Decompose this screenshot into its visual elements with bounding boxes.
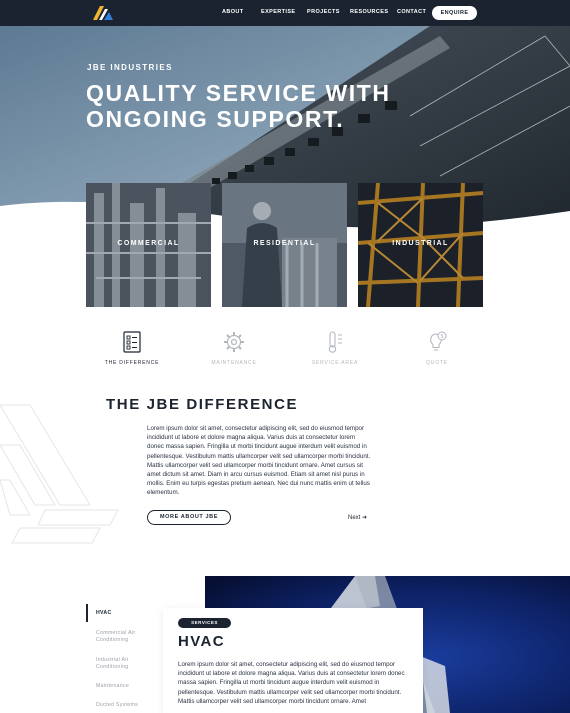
- gear-icon: [224, 332, 244, 352]
- service-item-commercial-ac[interactable]: Commercial Air Conditioning: [96, 630, 156, 644]
- enquire-button[interactable]: ENQUIRE: [432, 6, 477, 20]
- more-about-button[interactable]: MORE ABOUT JBE: [147, 510, 231, 525]
- service-body: Lorem ipsum dolor sit amet, consectetur …: [178, 661, 405, 705]
- decorative-logo-outline: [0, 404, 119, 544]
- card-commercial-label: COMMERCIAL: [117, 240, 180, 247]
- service-item-industrial-ac[interactable]: Industrial Air Conditioning: [96, 657, 156, 671]
- feature-quote[interactable]: $ QUOTE: [402, 331, 472, 366]
- service-item-maintenance[interactable]: Maintenance: [96, 683, 156, 690]
- service-item-hvac[interactable]: HVAC: [96, 610, 156, 617]
- nav-resources[interactable]: RESOURCES: [350, 9, 388, 15]
- feature-maintenance[interactable]: MAINTENANCE: [199, 331, 269, 366]
- nav-projects[interactable]: PROJECTS: [307, 9, 340, 15]
- service-card: SERVICES HVAC Lorem ipsum dolor sit amet…: [163, 608, 423, 713]
- card-commercial[interactable]: COMMERCIAL: [86, 183, 211, 307]
- lightbulb-dollar-icon: $: [430, 331, 447, 351]
- service-title: HVAC: [178, 633, 225, 650]
- card-industrial-label: INDUSTRIAL: [392, 240, 449, 247]
- next-label: Next: [348, 515, 361, 521]
- card-residential[interactable]: RESIDENTIAL: [222, 183, 347, 307]
- arrow-right-icon: ➜: [362, 515, 368, 521]
- difference-title: THE JBE DIFFERENCE: [106, 396, 299, 413]
- feature-label: QUOTE: [426, 360, 448, 366]
- nav-expertise[interactable]: EXPERTISE: [261, 9, 295, 15]
- difference-body: Lorem ipsum dolor sit amet, consectetur …: [147, 425, 371, 497]
- card-residential-label: RESIDENTIAL: [253, 240, 316, 247]
- nav-contact[interactable]: CONTACT: [397, 9, 426, 15]
- checklist-icon: [123, 331, 141, 353]
- feature-the-difference[interactable]: THE DIFFERENCE: [97, 331, 167, 366]
- services-badge: SERVICES: [178, 618, 231, 628]
- company-logo[interactable]: [91, 4, 115, 22]
- service-item-ducted[interactable]: Ducted Systems: [96, 702, 156, 709]
- next-link[interactable]: Next ➜: [348, 514, 367, 521]
- thermometer-icon: [328, 331, 342, 353]
- feature-label: MAINTENANCE: [211, 360, 257, 366]
- feature-service-area[interactable]: SERVICE AREA: [300, 331, 370, 366]
- nav-about[interactable]: ABOUT: [222, 9, 244, 15]
- active-indicator: [86, 604, 88, 622]
- card-industrial[interactable]: INDUSTRIAL: [358, 183, 483, 307]
- top-nav: ABOUT EXPERTISE PROJECTS RESOURCES CONTA…: [0, 0, 570, 26]
- hero-title: QUALITY SERVICE WITH ONGOING SUPPORT.: [86, 80, 391, 132]
- feature-label: SERVICE AREA: [311, 360, 359, 366]
- feature-label: THE DIFFERENCE: [104, 360, 160, 366]
- svg-text:$: $: [441, 334, 444, 340]
- hero-brand: JBE INDUSTRIES: [87, 63, 173, 72]
